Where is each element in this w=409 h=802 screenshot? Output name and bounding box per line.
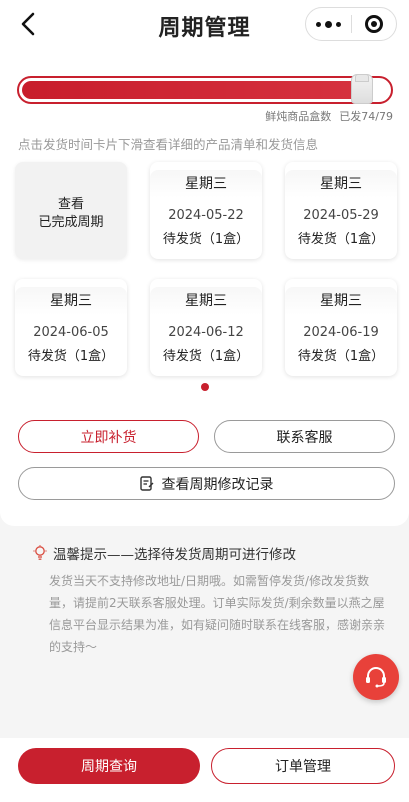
completed-periods-card[interactable]: 查看 已完成周期 [15, 162, 127, 259]
period-card[interactable]: 星期三 2024-06-19 待发货（1盒） [285, 279, 397, 376]
period-status: 待发货（1盒） [162, 232, 250, 247]
period-history-label: 查看周期修改记录 [161, 476, 274, 493]
period-card[interactable]: 星期三 2024-06-05 待发货（1盒） [15, 279, 127, 376]
period-weekday: 星期三 [150, 287, 262, 315]
progress-label: 鲜炖商品盒数 [265, 110, 332, 123]
tips-title-text: 温馨提示——选择待发货周期可进行修改 [53, 547, 296, 563]
completed-card-line1: 查看 [57, 197, 84, 212]
period-weekday: 星期三 [150, 170, 262, 198]
lightbulb-icon [33, 545, 47, 561]
period-card[interactable]: 星期三 2024-05-22 待发货（1盒） [150, 162, 262, 259]
restock-button[interactable]: 立即补货 [18, 420, 199, 453]
tips-body: 发货当天不支持修改地址/日期哦。如需暂停发货/修改发货数量，请提前2天联系客服处… [49, 574, 386, 654]
period-date: 2024-06-19 [303, 325, 379, 340]
navigation-bar: 周期管理 [0, 0, 409, 50]
bottom-tab-bar: 周期查询 订单管理 [0, 738, 409, 802]
more-dots-icon[interactable] [306, 7, 351, 41]
completed-card-line2: 已完成周期 [38, 215, 104, 230]
progress-shipped: 已发74/79 [339, 110, 393, 123]
product-jar-icon [351, 74, 373, 104]
period-status: 待发货（1盒） [297, 232, 385, 247]
period-date: 2024-05-29 [303, 208, 379, 223]
order-manage-button[interactable]: 订单管理 [211, 748, 395, 784]
period-status: 待发货（1盒） [162, 349, 250, 364]
period-query-button[interactable]: 周期查询 [18, 748, 200, 784]
period-card[interactable]: 星期三 2024-06-12 待发货（1盒） [150, 279, 262, 376]
period-history-button[interactable]: 查看周期修改记录 [18, 467, 395, 500]
period-card[interactable]: 星期三 2024-05-29 待发货（1盒） [285, 162, 397, 259]
progress-caption: 鲜炖商品盒数 已发74/79 [257, 108, 393, 124]
period-weekday: 星期三 [15, 287, 127, 315]
instruction-hint: 点击发货时间卡片下滑查看详细的产品清单和发货信息 [18, 137, 319, 152]
progress-fill [22, 81, 365, 99]
period-date: 2024-05-22 [168, 208, 244, 223]
period-status: 待发货（1盒） [27, 349, 115, 364]
tips-title: 温馨提示——选择待发货周期可进行修改 [33, 543, 296, 563]
period-date: 2024-06-12 [168, 325, 244, 340]
headset-icon [366, 667, 386, 688]
carousel-page-indicator[interactable] [201, 383, 209, 391]
target-close-icon[interactable] [352, 7, 396, 41]
shipment-progress-bar [17, 74, 393, 104]
period-weekday: 星期三 [285, 170, 397, 198]
contact-service-button[interactable]: 联系客服 [214, 420, 395, 453]
period-status: 待发货（1盒） [297, 349, 385, 364]
period-date: 2024-06-05 [33, 325, 109, 340]
edit-record-icon [139, 475, 154, 492]
period-weekday: 星期三 [285, 287, 397, 315]
mini-program-capsule [305, 7, 397, 41]
customer-service-float-button[interactable] [353, 654, 399, 700]
